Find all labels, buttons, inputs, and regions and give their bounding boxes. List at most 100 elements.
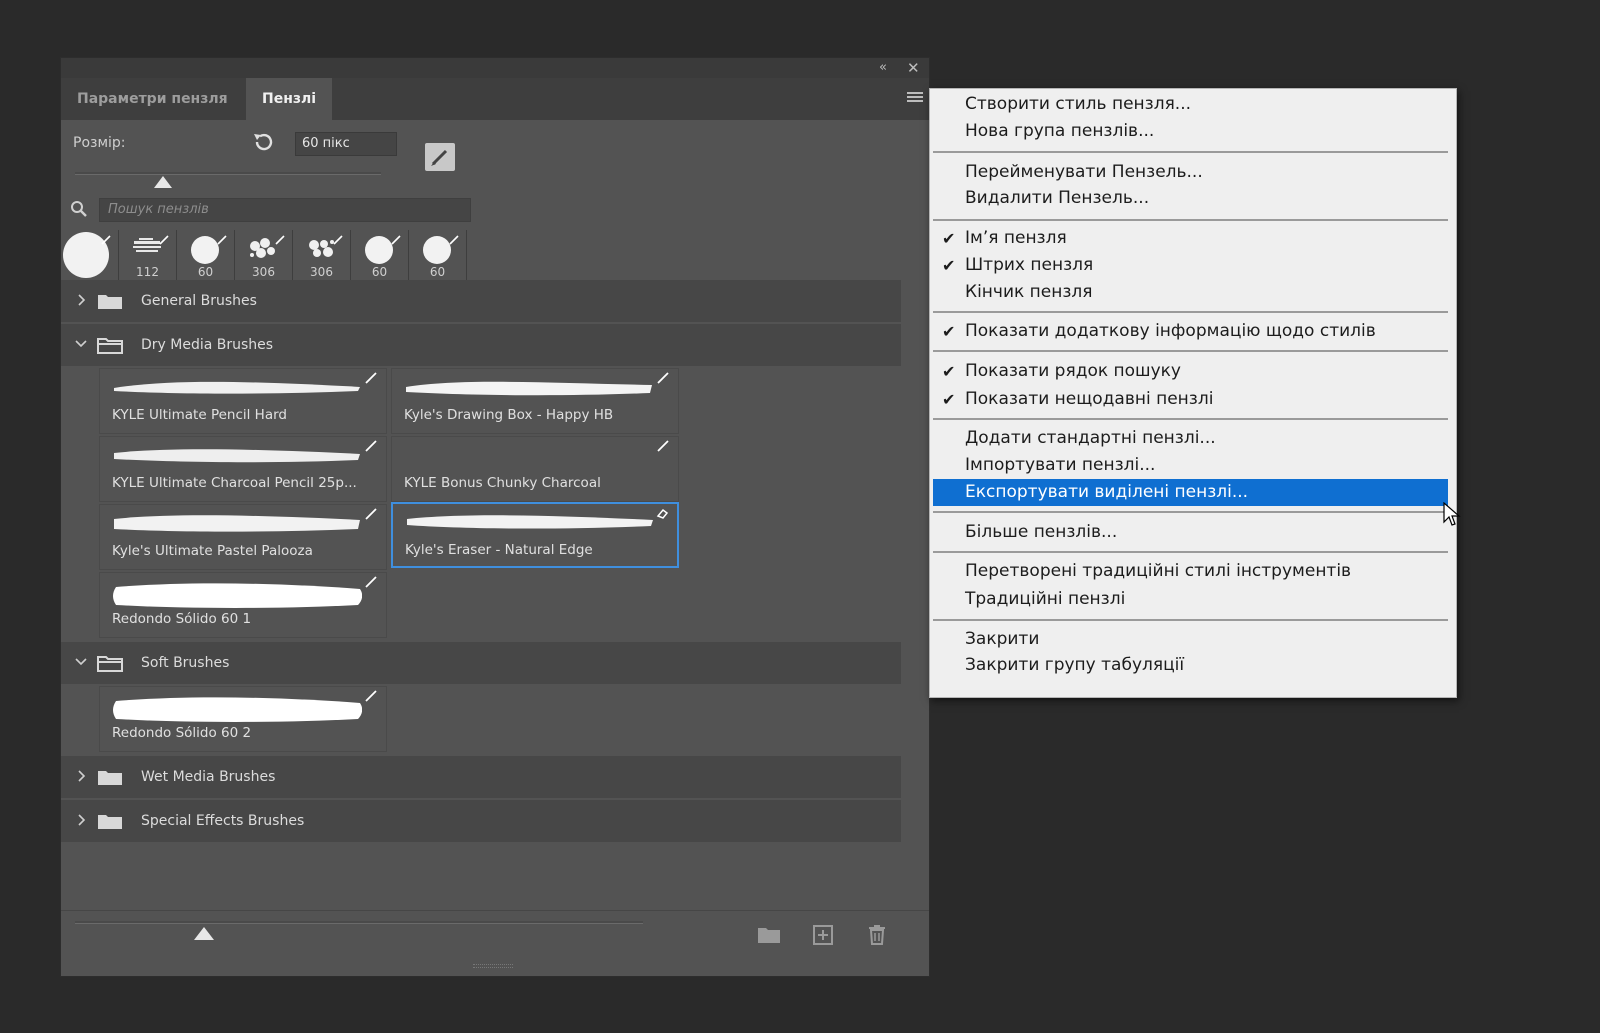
menu-item-legacy-brushes[interactable]: Традиційні пензлі (933, 586, 1448, 613)
menu-item-label: Кінчик пензля (965, 282, 1093, 302)
new-group-folder-icon[interactable] (757, 925, 781, 945)
menu-item-label: Закрити (965, 629, 1040, 649)
menu-separator (933, 311, 1448, 313)
brush-name: KYLE Bonus Chunky Charcoal (404, 475, 601, 491)
menu-item-label: Показати рядок пошуку (965, 361, 1181, 381)
menu-item-export-selected-brushes[interactable]: Експортувати виділені пензлі... (933, 479, 1448, 506)
brush-list: General Brushes Dry Media Brushes KYLE U… (61, 280, 901, 842)
brush-item[interactable]: Redondo Sólido 60 2 (99, 686, 387, 752)
checkmark-icon: ✔ (942, 390, 956, 409)
panel-tabs: Параметри пензля Пензлі (61, 78, 929, 120)
tab-brushes[interactable]: Пензлі (246, 78, 333, 120)
recent-brush-size: 60 (429, 265, 446, 279)
reset-size-icon[interactable] (251, 130, 275, 154)
menu-item-show-recent-brushes[interactable]: ✔ Показати нещодавні пензлі (933, 386, 1448, 413)
menu-item-get-more-brushes[interactable]: Більше пензлів... (933, 519, 1448, 546)
menu-separator (933, 551, 1448, 553)
chevron-right-icon[interactable] (75, 768, 87, 784)
recent-brush[interactable]: 112 (119, 230, 177, 280)
brush-item[interactable]: KYLE Ultimate Pencil Hard (99, 368, 387, 434)
preview-size-slider-track[interactable] (75, 921, 643, 924)
menu-separator (933, 151, 1448, 153)
eraser-icon (656, 508, 669, 519)
menu-item-new-brush-preset[interactable]: Створити стиль пензля... (933, 91, 1448, 118)
group-name: General Brushes (141, 293, 257, 309)
recent-brush[interactable]: 60 (177, 230, 235, 280)
collapse-icon[interactable]: « (879, 59, 887, 77)
menu-item-show-additional-info[interactable]: ✔ Показати додаткову інформацію щодо стил… (933, 318, 1448, 345)
group-general-brushes[interactable]: General Brushes (61, 280, 901, 322)
size-slider-track[interactable] (75, 172, 381, 175)
chevron-right-icon[interactable] (75, 812, 87, 828)
menu-item-append-default-brushes[interactable]: Додати стандартні пензлі... (933, 425, 1448, 452)
checkmark-icon: ✔ (942, 229, 956, 248)
recent-brush-size: 60 (371, 265, 388, 279)
folder-open-icon (97, 656, 123, 672)
menu-item-import-brushes[interactable]: Імпортувати пензлі... (933, 452, 1448, 479)
trash-icon[interactable] (865, 925, 889, 945)
tab-brush-settings[interactable]: Параметри пензля (61, 78, 244, 120)
menu-item-label: Штрих пензля (965, 255, 1094, 275)
brush-name: Redondo Sólido 60 1 (112, 611, 252, 627)
brush-item[interactable]: KYLE Ultimate Charcoal Pencil 25p... (99, 436, 387, 502)
search-input[interactable]: Пошук пензлів (99, 198, 471, 222)
group-name: Soft Brushes (141, 655, 230, 671)
recent-brush-size: 306 (310, 265, 333, 279)
menu-item-label: Ім’я пензля (965, 228, 1067, 248)
folder-open-icon (97, 338, 123, 354)
panel-context-menu: Створити стиль пензля... Нова група пенз… (929, 88, 1457, 698)
menu-item-label: Показати додаткову інформацію щодо стилі… (965, 321, 1376, 341)
menu-item-label: Перетворені традиційні стилі інструменті… (965, 561, 1352, 581)
brush-item[interactable]: Kyle's Drawing Box - Happy HB (391, 368, 679, 434)
group-soft-brushes[interactable]: Soft Brushes (61, 642, 901, 684)
menu-item-brush-stroke[interactable]: ✔ Штрих пензля (933, 252, 1448, 279)
menu-item-label: Додати стандартні пензлі... (965, 428, 1216, 448)
group-name: Special Effects Brushes (141, 813, 305, 829)
recent-brush[interactable] (61, 230, 119, 280)
menu-item-close[interactable]: Закрити (933, 626, 1448, 653)
brush-item[interactable]: Kyle's Ultimate Pastel Palooza (99, 504, 387, 570)
close-icon[interactable]: ✕ (907, 59, 920, 77)
menu-item-close-tab-group[interactable]: Закрити групу табуляції (933, 652, 1448, 679)
brush-item-selected[interactable]: Kyle's Eraser - Natural Edge (391, 502, 679, 568)
new-brush-icon[interactable] (811, 925, 835, 945)
menu-separator (933, 511, 1448, 513)
recent-brush[interactable]: 60 (351, 230, 409, 280)
menu-item-rename-brush[interactable]: Перейменувати Пензель... (933, 159, 1448, 186)
menu-item-delete-brush[interactable]: Видалити Пензель... (933, 185, 1448, 212)
folder-icon (98, 771, 122, 785)
recent-brush[interactable]: 60 (409, 230, 467, 280)
chevron-down-icon[interactable] (75, 336, 87, 352)
recent-brush[interactable]: 306 (293, 230, 351, 280)
menu-item-label: Більше пензлів... (965, 522, 1118, 542)
group-wet-media-brushes[interactable]: Wet Media Brushes (61, 756, 901, 798)
menu-item-brush-name[interactable]: ✔ Ім’я пензля (933, 225, 1448, 252)
chevron-right-icon[interactable] (75, 292, 87, 308)
brush-name: KYLE Ultimate Pencil Hard (112, 407, 287, 423)
brushes-panel: « ✕ Параметри пензля Пензлі Розмір: 60 п… (60, 57, 930, 977)
create-brush-icon[interactable] (425, 143, 455, 171)
panel-title-bar: « ✕ (61, 58, 929, 78)
menu-item-label: Закрити групу табуляції (965, 655, 1185, 675)
size-slider-thumb[interactable] (154, 176, 172, 188)
size-input[interactable]: 60 пікс (295, 132, 397, 156)
chevron-down-icon[interactable] (75, 654, 87, 670)
preview-size-slider-thumb[interactable] (194, 927, 214, 940)
group-special-effects-brushes[interactable]: Special Effects Brushes (61, 800, 901, 842)
menu-item-new-brush-group[interactable]: Нова група пензлів... (933, 118, 1448, 145)
resize-grip[interactable] (473, 964, 513, 968)
group-dry-media-brushes[interactable]: Dry Media Brushes (61, 324, 901, 366)
brush-item[interactable]: Redondo Sólido 60 1 (99, 572, 387, 638)
menu-item-converted-legacy-tool-presets[interactable]: Перетворені традиційні стилі інструменті… (933, 558, 1448, 585)
brush-name: Kyle's Ultimate Pastel Palooza (112, 543, 313, 559)
folder-icon (98, 295, 122, 309)
recent-brush[interactable]: 306 (235, 230, 293, 280)
folder-icon (98, 815, 122, 829)
menu-item-brush-tip[interactable]: Кінчик пензля (933, 279, 1448, 306)
checkmark-icon: ✔ (942, 256, 956, 275)
checkmark-icon: ✔ (942, 362, 956, 381)
brush-item[interactable]: KYLE Bonus Chunky Charcoal (391, 436, 679, 502)
menu-item-show-search-bar[interactable]: ✔ Показати рядок пошуку (933, 358, 1448, 385)
panel-menu-icon[interactable] (907, 92, 923, 104)
menu-separator (933, 219, 1448, 221)
